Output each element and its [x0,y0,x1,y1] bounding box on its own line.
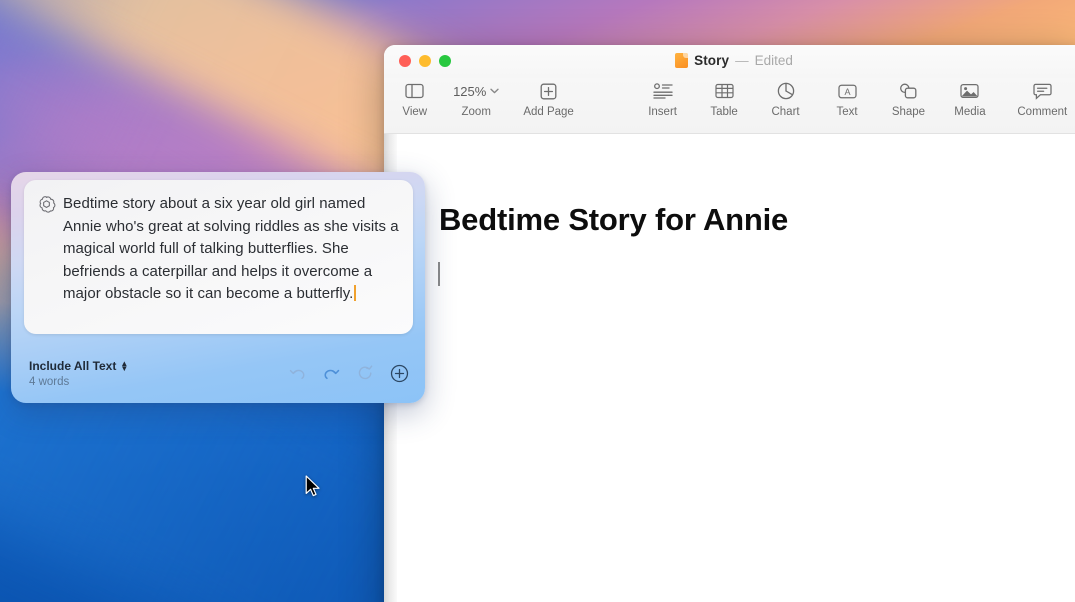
comment-bubble-icon [1033,80,1052,102]
stepper-chevron-icon: ▲ ▼ [120,361,128,371]
openai-logo-icon [37,195,56,214]
popup-footer-left: Include All Text ▲ ▼ 4 words [29,358,128,388]
table-icon [715,80,734,102]
add-page-icon [540,80,557,102]
title-separator: — [735,53,749,68]
document-canvas[interactable]: Bedtime Story for Annie [384,134,1075,602]
shape-button[interactable]: Shape [878,80,939,118]
pages-window: Story — Edited View 125% [384,45,1075,602]
media-button[interactable]: Media [939,80,1000,118]
add-page-button[interactable]: Add Page [507,80,590,118]
add-page-label: Add Page [523,106,574,118]
chart-button[interactable]: Chart [755,80,816,118]
redo-icon[interactable] [322,364,341,383]
zoom-value: 125% [453,84,486,99]
shape-icon [899,80,918,102]
include-all-text-label: Include All Text [29,359,116,373]
svg-text:A: A [844,87,850,97]
zoom-label: Zoom [462,106,491,118]
zoom-control[interactable]: 125% Zoom [445,80,506,118]
chart-pie-icon [777,80,795,102]
add-circle-icon[interactable] [390,364,409,383]
prompt-text-wrapper: Bedtime story about a six year old girl … [63,193,399,334]
sidebar-view-icon [405,80,424,102]
view-button[interactable]: View [384,80,445,118]
window-title: Story — Edited [384,53,1075,68]
popup-actions [288,358,409,383]
comment-button[interactable]: Comment [1001,80,1075,118]
prompt-card[interactable]: Bedtime story about a six year old girl … [24,180,413,334]
prompt-text: Bedtime story about a six year old girl … [63,195,399,302]
word-count-label: 4 words [29,376,128,388]
text-box-icon: A [838,80,857,102]
table-label: Table [710,106,738,118]
shape-label: Shape [892,106,925,118]
document-heading: Bedtime Story for Annie [439,202,788,238]
include-all-text-selector[interactable]: Include All Text ▲ ▼ [29,359,128,373]
insert-label: Insert [648,106,677,118]
prompt-caret [354,285,356,301]
document-title: Story [694,53,729,68]
comment-label: Comment [1017,106,1067,118]
document-text-caret [438,262,440,286]
window-titlebar: Story — Edited [384,45,1075,78]
table-button[interactable]: Table [693,80,754,118]
popup-footer: Include All Text ▲ ▼ 4 words [11,358,425,403]
desktop-screen: Story — Edited View 125% [0,0,1075,602]
pages-document-icon [675,53,688,68]
chart-label: Chart [771,106,799,118]
text-label: Text [836,106,857,118]
zoom-value-row[interactable]: 125% [453,80,499,102]
pages-toolbar: View 125% Zoom [384,78,1075,134]
chevron-down-icon [490,86,499,97]
view-label: View [402,106,427,118]
media-label: Media [954,106,985,118]
insert-icon [653,80,673,102]
media-image-icon [960,80,979,102]
edit-state-label: Edited [755,53,793,68]
insert-button[interactable]: Insert [632,80,693,118]
undo-icon[interactable] [288,364,307,383]
chatgpt-writing-popup: Bedtime story about a six year old girl … [11,172,425,403]
text-button[interactable]: A Text [816,80,877,118]
regenerate-icon[interactable] [356,364,375,383]
chevron-down-icon: ▼ [120,366,128,371]
